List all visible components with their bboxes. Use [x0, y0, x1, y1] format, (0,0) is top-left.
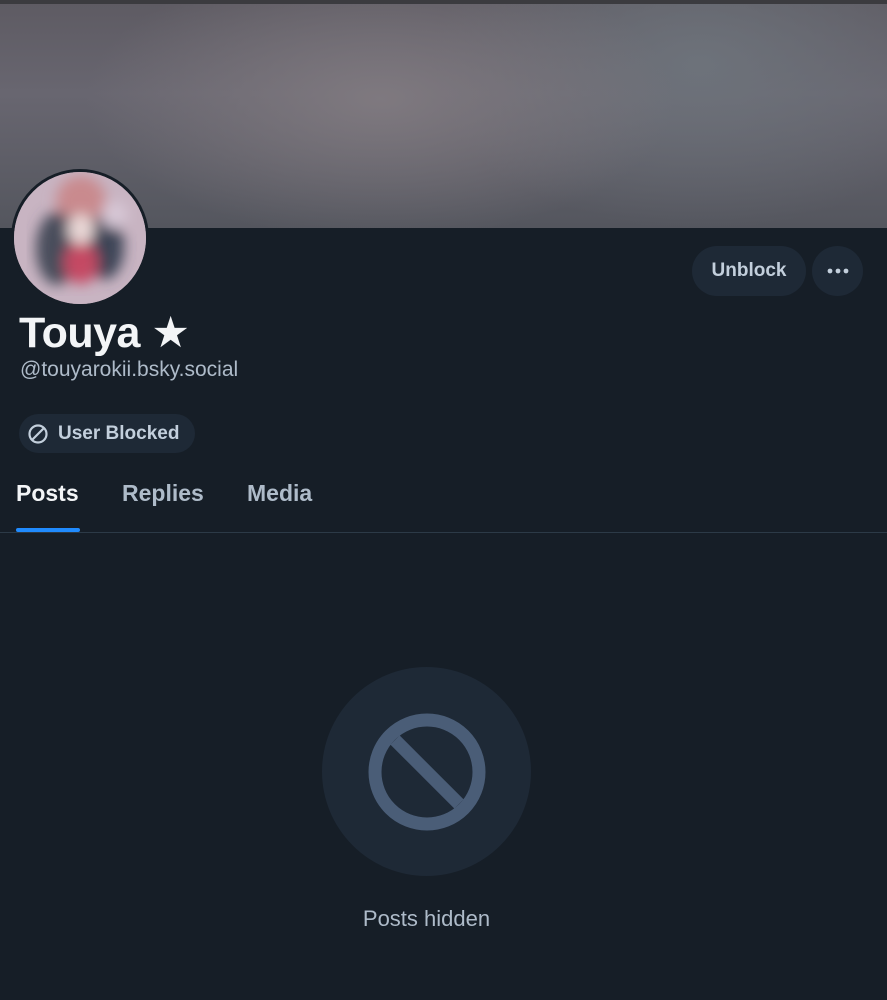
- tab-posts[interactable]: Posts: [16, 480, 79, 507]
- posts-hidden-message: Posts hidden: [362, 906, 491, 931]
- user-blocked-badge: User Blocked: [19, 414, 195, 453]
- profile-tabs: Posts Replies Media: [0, 468, 887, 533]
- tab-media[interactable]: Media: [247, 480, 312, 507]
- block-icon: [28, 423, 48, 444]
- tab-replies[interactable]: Replies: [122, 480, 204, 507]
- unblock-button[interactable]: Unblock: [692, 246, 806, 296]
- user-blocked-label: User Blocked: [58, 422, 180, 444]
- avatar[interactable]: [11, 169, 149, 307]
- avatar-image: [14, 172, 146, 304]
- posts-hidden-icon-container: [322, 667, 531, 876]
- more-options-button[interactable]: [812, 246, 863, 296]
- profile-page: Unblock Touya ★ @touyarokii.bsky.social …: [0, 0, 887, 1000]
- profile-handle[interactable]: @touyarokii.bsky.social: [20, 358, 238, 382]
- active-tab-indicator: [16, 528, 80, 532]
- ellipsis-icon: [827, 268, 848, 274]
- block-icon: [368, 713, 485, 830]
- display-name: Touya ★: [19, 309, 190, 357]
